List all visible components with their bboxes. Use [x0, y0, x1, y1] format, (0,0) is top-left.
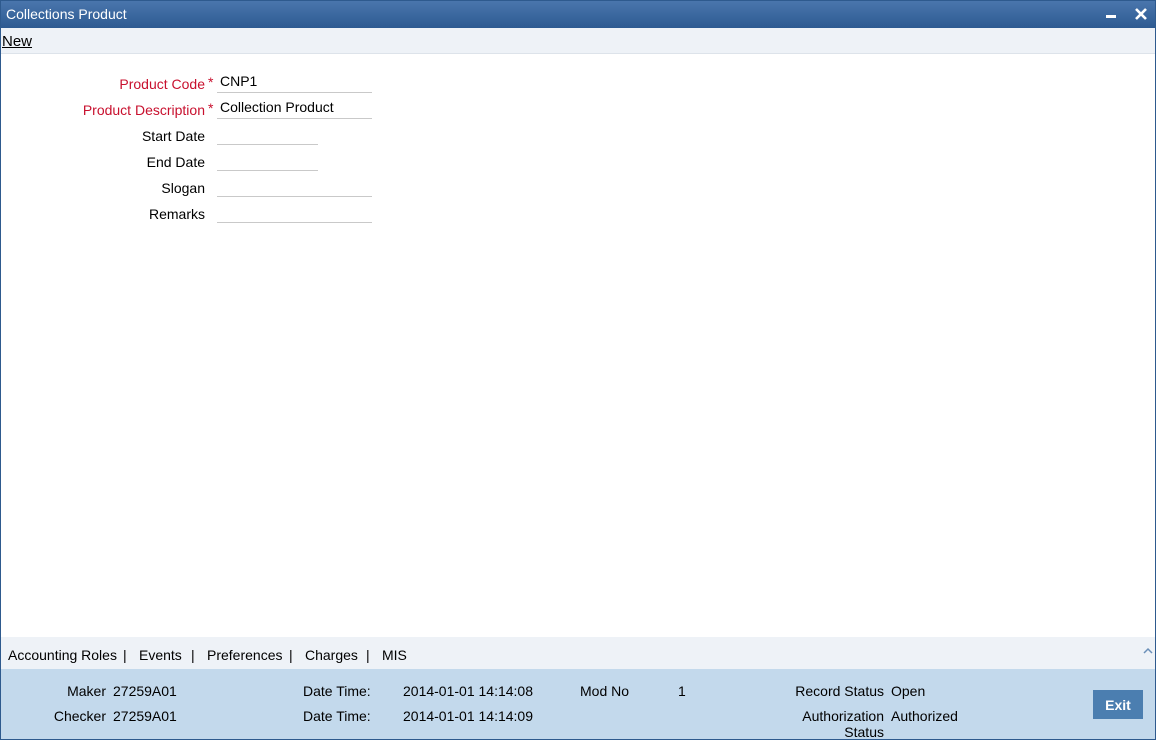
authorization-status-value: Authorized: [891, 708, 958, 724]
tab-separator: |: [123, 647, 127, 663]
maker-value: 27259A01: [113, 683, 177, 699]
audit-footer: Maker 27259A01 Checker 27259A01 Date Tim…: [1, 669, 1155, 740]
exit-button[interactable]: Exit: [1093, 690, 1143, 719]
window-title: Collections Product: [6, 6, 127, 22]
close-icon[interactable]: [1131, 4, 1151, 24]
start-date-label: Start Date: [141, 128, 205, 144]
start-date-row: Start Date: [1, 122, 401, 154]
chevron-up-icon[interactable]: [1143, 642, 1153, 658]
maker-datetime-value: 2014-01-01 14:14:08: [403, 683, 533, 699]
tab-charges[interactable]: Charges: [305, 647, 358, 663]
title-bar: Collections Product: [1, 1, 1155, 28]
maker-datetime-label: Date Time:: [303, 683, 371, 699]
tab-mis[interactable]: MIS: [382, 647, 407, 663]
remarks-label: Remarks: [148, 206, 205, 222]
mod-no-value: 1: [678, 683, 686, 699]
tab-separator: |: [289, 647, 293, 663]
product-code-label: Product Code: [119, 76, 205, 92]
checker-datetime-value: 2014-01-01 14:14:09: [403, 708, 533, 724]
authorization-status-label-line2: Status: [844, 724, 884, 740]
collections-product-window: Collections Product New Product Code * P…: [0, 0, 1156, 740]
tab-events[interactable]: Events: [139, 647, 182, 663]
checker-label: Checker: [53, 708, 106, 724]
product-description-field[interactable]: [217, 96, 372, 119]
mod-no-label: Mod No: [580, 683, 630, 699]
tab-preferences[interactable]: Preferences: [207, 647, 282, 663]
slogan-field[interactable]: [217, 174, 372, 197]
tab-separator: |: [191, 647, 195, 663]
tab-separator: |: [366, 647, 370, 663]
remarks-field[interactable]: [217, 200, 372, 223]
maker-label: Maker: [67, 683, 106, 699]
required-marker: *: [208, 74, 214, 90]
record-status-label: Record Status: [795, 683, 884, 699]
checker-datetime-label: Date Time:: [303, 708, 371, 724]
tab-accounting-roles[interactable]: Accounting Roles: [8, 647, 117, 663]
product-description-row: Product Description *: [1, 96, 401, 128]
subsystem-tabs: Accounting Roles | Events | Preferences …: [1, 637, 1155, 669]
start-date-field[interactable]: [217, 122, 318, 145]
slogan-label: Slogan: [161, 180, 205, 196]
required-marker: *: [208, 100, 214, 116]
end-date-field[interactable]: [217, 148, 318, 171]
checker-value: 27259A01: [113, 708, 177, 724]
product-code-field[interactable]: [217, 70, 372, 93]
authorization-status-label: Authorization: [802, 708, 884, 724]
minimize-icon[interactable]: [1101, 4, 1121, 24]
toolbar: New: [1, 28, 1155, 54]
new-button[interactable]: New: [2, 33, 32, 50]
remarks-row: Remarks: [1, 200, 401, 232]
end-date-label: End Date: [146, 154, 205, 170]
product-description-label: Product Description: [82, 102, 205, 118]
record-status-value: Open: [891, 683, 926, 699]
